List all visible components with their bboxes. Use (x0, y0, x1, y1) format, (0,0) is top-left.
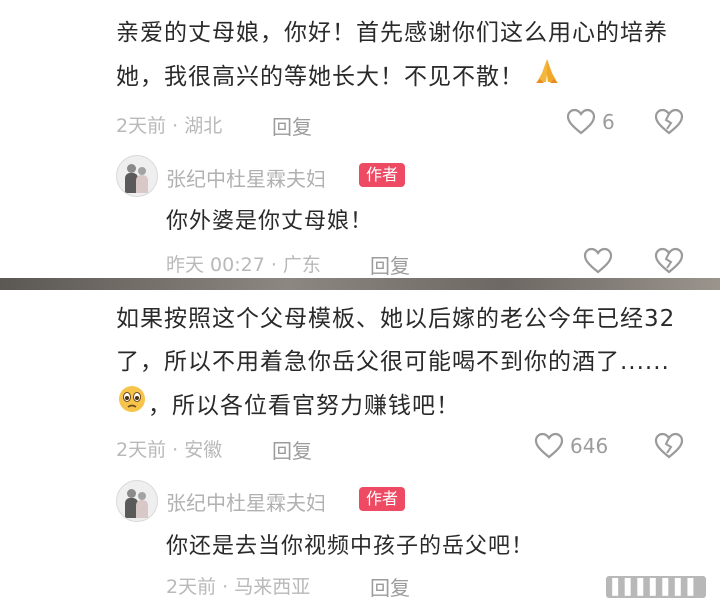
comment-2-reply-button[interactable]: 回复 (272, 435, 312, 464)
author-avatar[interactable] (116, 155, 158, 197)
heart-icon (566, 108, 596, 135)
pray-emoji-icon (532, 55, 562, 100)
author-avatar[interactable] (116, 480, 158, 522)
comment-1-like-button[interactable]: 6 (566, 108, 615, 136)
comment-2-dislike-button[interactable] (654, 432, 684, 464)
heart-icon (583, 247, 613, 274)
reply-2-meta: 2天前 · 马来西亚 (166, 576, 311, 598)
comment-1-reply-button[interactable]: 回复 (272, 111, 312, 140)
reply-2-reply-button[interactable]: 回复 (370, 572, 410, 601)
heart-icon (534, 432, 564, 459)
comment-1-text-block: 亲爱的丈母娘，你好！首先感谢你们这么用心的培养她，我很高兴的等她长大！不见不散！ (116, 12, 690, 100)
comment-1-text: 亲爱的丈母娘，你好！首先感谢你们这么用心的培养她，我很高兴的等她长大！不见不散！ (116, 20, 668, 90)
reply-2-text: 你还是去当你视频中孩子的岳父吧！ (166, 534, 535, 559)
comment-1-like-count: 6 (602, 110, 615, 134)
broken-heart-icon (654, 108, 684, 135)
reply-1-meta: 昨天 00:27 · 广东 (166, 254, 321, 276)
author-badge: 作者 (359, 487, 406, 511)
reply-1-like-button[interactable] (583, 247, 613, 275)
reply-2-author-name[interactable]: 张纪中杜星霖夫妇 (166, 487, 326, 516)
teary-face-emoji-icon (116, 384, 148, 429)
broken-heart-icon (654, 247, 684, 274)
background-strip (0, 278, 720, 290)
comment-2-meta: 2天前 · 安徽 (116, 439, 223, 461)
comment-card-1: 亲爱的丈母娘，你好！首先感谢你们这么用心的培养她，我很高兴的等她长大！不见不散！… (0, 0, 720, 278)
comment-1-dislike-button[interactable] (654, 108, 684, 140)
comment-2-like-count: 646 (570, 434, 609, 458)
reply-1-dislike-button[interactable] (654, 247, 684, 279)
comment-2-text-block: 如果按照这个父母模板、她以后嫁的老公今年已经32了，所以不用着急你岳父很可能喝不… (116, 298, 690, 429)
reply-1-author-name[interactable]: 张纪中杜星霖夫妇 (166, 163, 326, 192)
comment-2-like-button[interactable]: 646 (534, 432, 608, 460)
comment-card-2: 如果按照这个父母模板、她以后嫁的老公今年已经32了，所以不用着急你岳父很可能喝不… (0, 290, 720, 604)
comment-2-text-part1: 如果按照这个父母模板、她以后嫁的老公今年已经32了，所以不用着急你岳父很可能喝不… (116, 306, 676, 375)
reply-1-reply-button[interactable]: 回复 (370, 250, 410, 279)
watermark: ▌▌▌▌▌▌▌ (606, 576, 706, 598)
comment-1-meta: 2天前 · 湖北 (116, 115, 223, 137)
broken-heart-icon (654, 432, 684, 459)
author-badge: 作者 (359, 163, 406, 187)
reply-1-text: 你外婆是你丈母娘！ (166, 209, 374, 234)
comment-2-text-part2: ，所以各位看官努力赚钱吧！ (148, 393, 460, 419)
